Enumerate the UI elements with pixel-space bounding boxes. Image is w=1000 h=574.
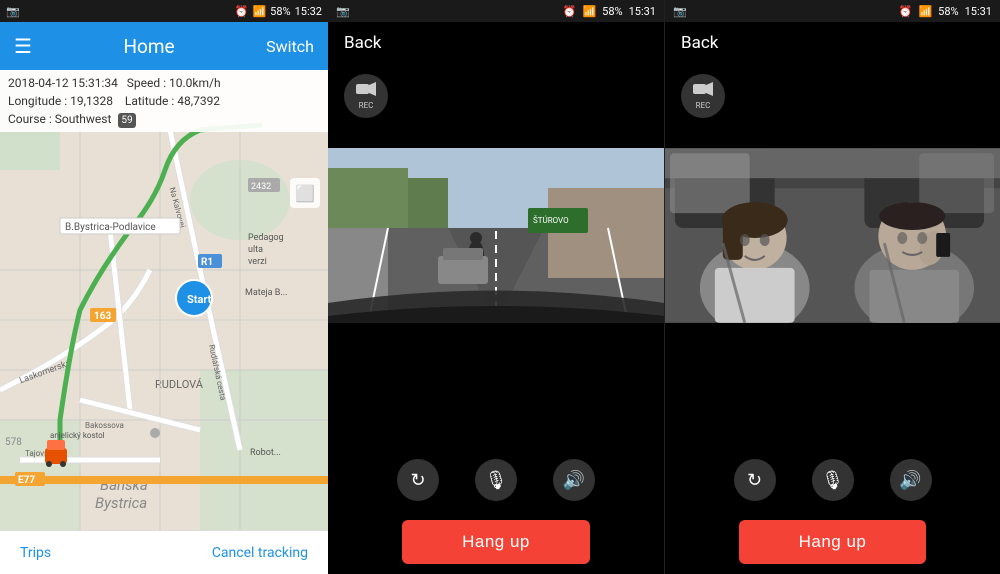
video3-status-right: ⏰ 📶 58% 15:31	[899, 5, 992, 18]
map-svg: Banská Bystrica RUDLOVÁ Laskomerská Bak	[0, 70, 328, 530]
front-camera-frame: ŠTÚROVO	[328, 148, 664, 323]
bottom-bar: Trips Cancel tracking	[0, 530, 328, 574]
black-gap-mid	[328, 323, 664, 450]
map-container[interactable]: Banská Bystrica RUDLOVÁ Laskomerská Bak	[0, 70, 328, 530]
video3-top-bar: Back	[665, 22, 1000, 64]
rec-icon: REC	[356, 82, 376, 110]
video2-status-right: ⏰ 📶 58% 15:31	[563, 5, 656, 18]
rec-label-interior: REC	[693, 101, 713, 111]
mic-icon: 🎙	[485, 470, 508, 491]
info-row-2: Longitude : 19,1328 Latitude : 48,7392	[8, 92, 320, 110]
video3-time: 15:31	[965, 5, 992, 18]
svg-text:B.Bystrica-Podlavice: B.Bystrica-Podlavice	[65, 222, 156, 233]
video2-battery: 58%	[602, 5, 622, 18]
speaker-icon-3: 🔊	[899, 470, 921, 491]
video2-time: 15:31	[629, 5, 656, 18]
course-badge: 59	[118, 113, 135, 128]
video2-status-bar: 📷 ⏰ 📶 58% 15:31	[328, 0, 664, 22]
rotate-icon-3: ↻	[747, 470, 762, 491]
svg-text:RUDLOVÁ: RUDLOVÁ	[155, 378, 204, 391]
video3-battery: 58%	[938, 5, 958, 18]
cancel-tracking-link[interactable]: Cancel tracking	[212, 545, 308, 561]
svg-text:578: 578	[5, 437, 22, 448]
rec-label: REC	[356, 101, 376, 111]
rotate-icon: ↻	[410, 470, 425, 491]
mic-icon-3: 🎙	[821, 470, 844, 491]
speaker-btn-3[interactable]: 🔊	[890, 459, 932, 501]
status-right: ⏰ 📶 58% 15:32	[235, 5, 322, 18]
rec-icon-interior: REC	[693, 82, 713, 110]
map-overlay-icon[interactable]: ⬜	[290, 178, 320, 208]
speaker-btn[interactable]: 🔊	[553, 459, 595, 501]
video2-back[interactable]: Back	[344, 33, 381, 53]
video2-wifi: 📶	[582, 5, 596, 18]
date-text: 2018-04-12 15:31:34	[8, 76, 118, 90]
app-header: ☰ Home Switch	[0, 22, 328, 70]
speed-text: Speed : 10.0km/h	[127, 76, 221, 90]
svg-text:R1: R1	[201, 257, 213, 268]
menu-icon[interactable]: ☰	[14, 34, 32, 58]
video2-cam-icon: 📷	[336, 5, 350, 18]
hang-up-button-front[interactable]: Hang up	[402, 520, 590, 564]
black-gap-top-3	[665, 128, 1000, 148]
svg-text:verzi: verzi	[248, 257, 267, 267]
info-row-1: 2018-04-12 15:31:34 Speed : 10.0km/h	[8, 74, 320, 92]
latitude-text: Latitude : 48,7392	[125, 94, 220, 108]
black-gap-top	[328, 128, 664, 148]
map-panel: 📷 ⏰ 📶 58% 15:32 ☰ Home Switch 2018-04-12…	[0, 0, 328, 574]
video3-controls: ↻ 🎙 🔊	[665, 450, 1000, 510]
course-text: Course : Southwest	[8, 112, 111, 126]
rotate-btn[interactable]: ↻	[397, 459, 439, 501]
longitude-text: Longitude : 19,1328	[8, 94, 113, 108]
video3-alarm: ⏰	[899, 5, 913, 18]
svg-text:Start: Start	[187, 293, 212, 306]
header-title: Home	[123, 35, 174, 58]
rec-button-interior[interactable]: REC	[681, 74, 725, 118]
black-gap-mid-3	[665, 323, 1000, 450]
alarm-icon: ⏰	[235, 5, 249, 18]
rec-button-front[interactable]: REC	[344, 74, 388, 118]
rotate-btn-3[interactable]: ↻	[734, 459, 776, 501]
svg-text:Robot...: Robot...	[250, 448, 281, 458]
video-panel-interior: 📷 ⏰ 📶 58% 15:31 Back REC	[664, 0, 1000, 574]
hang-up-button-interior[interactable]: Hang up	[739, 520, 927, 564]
hang-up-bar-front: Hang up	[328, 510, 664, 574]
svg-text:2432: 2432	[251, 182, 271, 192]
trips-link[interactable]: Trips	[20, 545, 51, 561]
mic-btn-3[interactable]: 🎙	[812, 459, 854, 501]
road-scene-svg: ŠTÚROVO	[328, 148, 664, 323]
svg-text:163: 163	[94, 311, 111, 322]
hang-up-bar-interior: Hang up	[665, 510, 1000, 574]
mic-btn[interactable]: 🎙	[475, 459, 517, 501]
time-text: 15:32	[295, 5, 322, 18]
video-panel-front: 📷 ⏰ 📶 58% 15:31 Back REC	[328, 0, 664, 574]
info-row-3: Course : Southwest 59	[8, 110, 320, 128]
video3-wifi: 📶	[918, 5, 932, 18]
wifi-icon: 📶	[252, 5, 266, 18]
info-bar: 2018-04-12 15:31:34 Speed : 10.0km/h Lon…	[0, 70, 328, 132]
svg-text:ŠTÚROVO: ŠTÚROVO	[533, 216, 569, 225]
svg-text:E77: E77	[18, 475, 35, 486]
svg-text:Bakossova: Bakossova	[85, 421, 124, 430]
status-left: 📷	[6, 5, 20, 18]
interior-camera-frame	[665, 148, 1000, 323]
svg-text:Pedagog: Pedagog	[248, 233, 284, 243]
video2-top-bar: Back	[328, 22, 664, 64]
video3-status-bar: 📷 ⏰ 📶 58% 15:31	[665, 0, 1000, 22]
video3-back[interactable]: Back	[681, 33, 718, 53]
svg-text:Mateja B...: Mateja B...	[245, 288, 287, 298]
square-icon: ⬜	[295, 184, 315, 203]
svg-text:ulta: ulta	[248, 245, 263, 255]
map-status-bar: 📷 ⏰ 📶 58% 15:32	[0, 0, 328, 22]
video2-controls: ↻ 🎙 🔊	[328, 450, 664, 510]
switch-button[interactable]: Switch	[266, 37, 314, 56]
svg-text:Bystrica: Bystrica	[95, 494, 147, 512]
svg-text:anjelický kostol: anjelický kostol	[50, 431, 105, 440]
camera-icon: 📷	[6, 5, 20, 18]
video3-cam-icon: 📷	[673, 5, 687, 18]
battery-text: 58%	[270, 5, 290, 18]
video2-alarm: ⏰	[563, 5, 577, 18]
interior-scene-svg	[665, 148, 1000, 323]
speaker-icon: 🔊	[563, 470, 585, 491]
